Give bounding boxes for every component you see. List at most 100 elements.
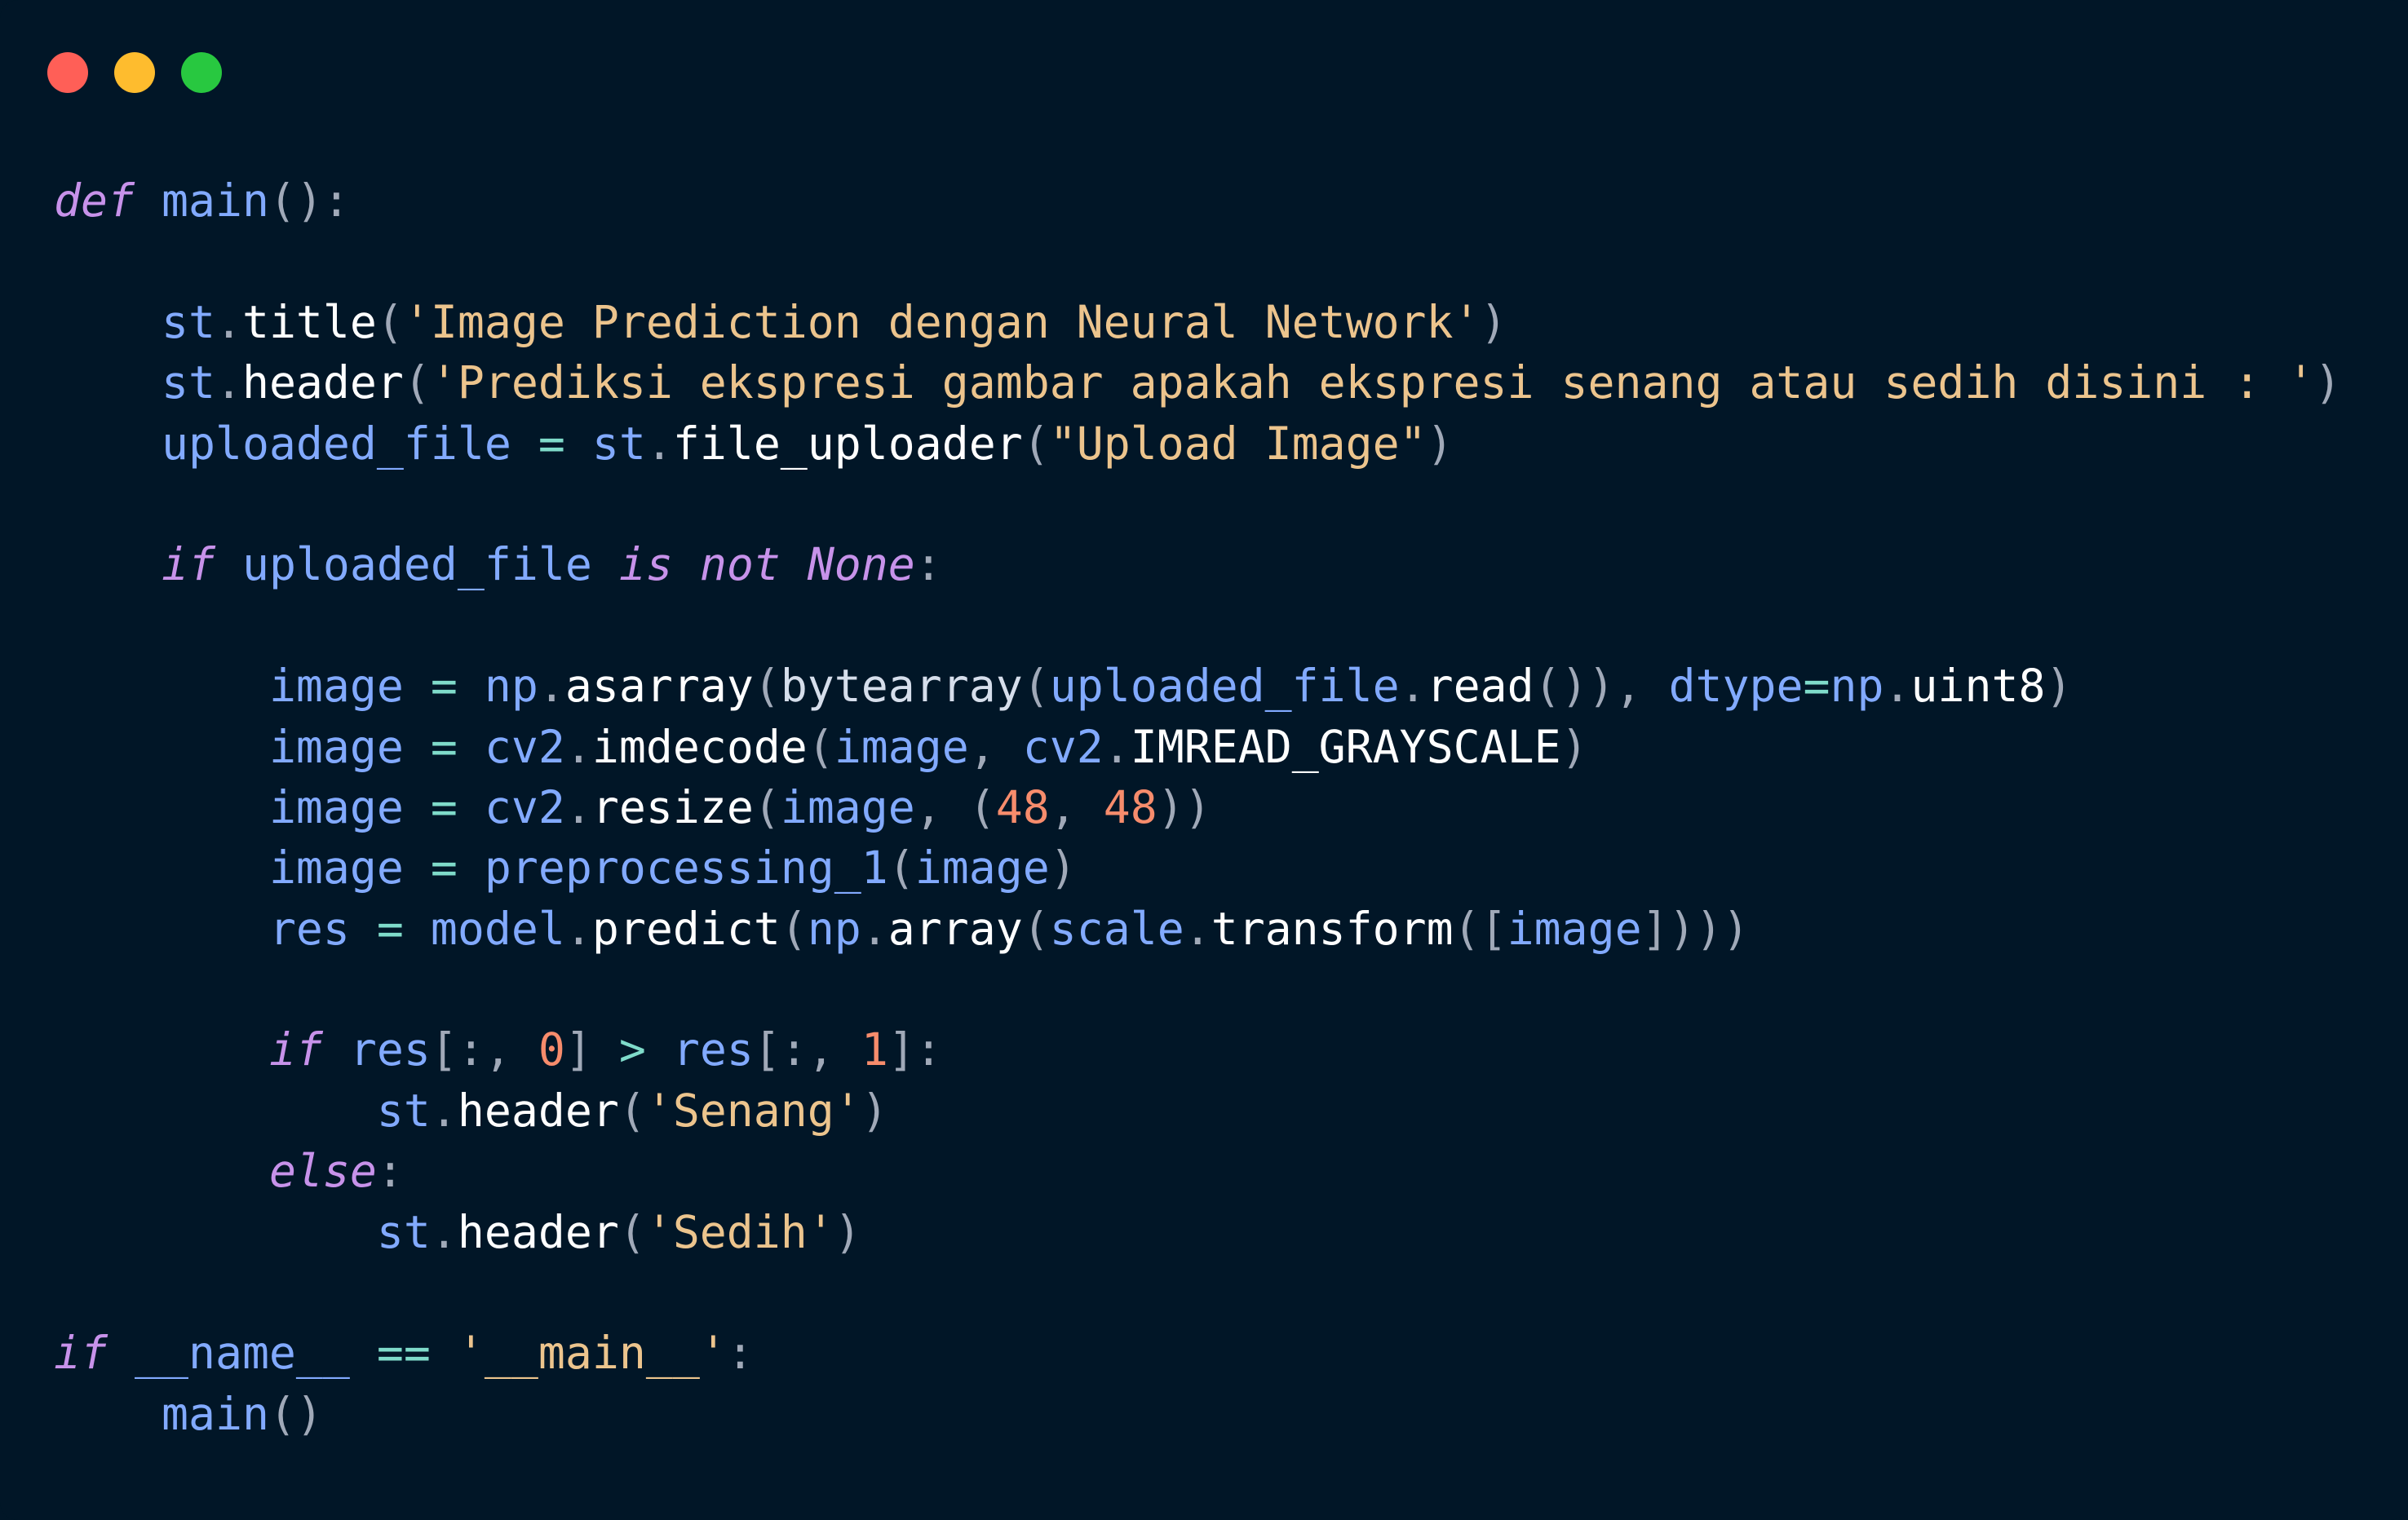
minimize-icon[interactable]	[114, 52, 155, 93]
code-token: image	[834, 720, 969, 773]
code-token: .	[215, 295, 242, 348]
code-line: res = model.predict(np.array(scale.trans…	[54, 899, 2341, 959]
code-token: ():	[268, 175, 350, 227]
code-token: .	[645, 417, 673, 470]
code-line: if __name__ == '__main__':	[54, 1323, 2341, 1383]
code-token: >	[618, 1023, 646, 1076]
code-token: st	[161, 356, 215, 409]
code-token: =	[538, 417, 565, 470]
code-token: header	[457, 1084, 619, 1137]
code-token: title	[241, 295, 377, 348]
code-token: 48	[1103, 780, 1158, 833]
code-token: None	[807, 538, 915, 591]
code-line: if res[:, 0] > res[:, 1]:	[54, 1019, 2341, 1080]
code-token: :	[914, 538, 942, 591]
code-token: image	[780, 780, 915, 833]
code-token: asarray	[564, 660, 754, 713]
code-token: is	[618, 538, 673, 591]
code-token: res	[268, 902, 350, 955]
code-line: st.title('Image Prediction dengan Neural…	[54, 292, 2341, 352]
close-icon[interactable]	[47, 52, 88, 93]
code-token: res	[672, 1023, 754, 1076]
code-token: "Upload Image"	[1049, 417, 1427, 470]
code-token: )	[2314, 356, 2342, 409]
code-token: (	[618, 1205, 646, 1258]
maximize-icon[interactable]	[181, 52, 222, 93]
code-token: ]	[564, 1023, 592, 1076]
code-token: header	[241, 356, 404, 409]
code-token: .	[1103, 720, 1131, 773]
code-token: uploaded_file	[161, 417, 511, 470]
code-token: 0	[538, 1023, 565, 1076]
code-token: )	[861, 1084, 888, 1137]
code-token: ,	[1049, 780, 1077, 833]
code-token: .	[564, 780, 592, 833]
code-token: )	[1426, 417, 1454, 470]
code-token: if	[161, 538, 215, 591]
code-token: ))	[1157, 780, 1211, 833]
code-token: image	[1507, 902, 1642, 955]
code-token: predict	[591, 902, 781, 955]
code-token: .	[1883, 660, 1911, 713]
code-token: header	[457, 1205, 619, 1258]
code-token: =	[430, 842, 458, 895]
code-token: cv2	[484, 720, 565, 773]
code-token: st	[376, 1205, 431, 1258]
code-token: (	[618, 1084, 646, 1137]
code-token: .	[1399, 660, 1427, 713]
code-token: .	[564, 720, 592, 773]
code-token: transform	[1211, 902, 1454, 955]
code-block: def main(): st.title('Image Prediction d…	[54, 170, 2341, 1444]
code-token: image	[268, 660, 404, 713]
code-token: cv2	[1022, 720, 1104, 773]
code-token: )	[1480, 295, 1507, 348]
code-token: =	[1803, 660, 1830, 713]
code-token: ]:	[888, 1023, 942, 1076]
code-token: 'Image Prediction dengan Neural Network'	[403, 295, 1481, 348]
code-token: np	[1830, 660, 1884, 713]
code-line: st.header('Prediksi ekspresi gambar apak…	[54, 352, 2341, 413]
code-token: np	[807, 902, 861, 955]
code-line: image = cv2.resize(image, (48, 48))	[54, 777, 2341, 837]
code-token: )	[1560, 720, 1588, 773]
code-line: st.header('Sedih')	[54, 1202, 2341, 1262]
code-line: image = preprocessing_1(image)	[54, 837, 2341, 898]
code-token: (	[968, 780, 996, 833]
code-token: else	[268, 1145, 377, 1198]
code-token: .	[1184, 902, 1211, 955]
code-token: image	[268, 780, 404, 833]
code-token: main	[161, 1387, 269, 1440]
code-token: .	[430, 1084, 458, 1137]
code-token: (	[1022, 660, 1050, 713]
code-token: uint8	[1910, 660, 2046, 713]
code-line: image = np.asarray(bytearray(uploaded_fi…	[54, 656, 2341, 716]
window-controls	[47, 52, 222, 93]
code-token: if	[54, 1327, 108, 1380]
code-token: bytearray	[780, 660, 1023, 713]
code-token: 'Sedih'	[645, 1205, 834, 1258]
code-token: [:,	[753, 1023, 834, 1076]
